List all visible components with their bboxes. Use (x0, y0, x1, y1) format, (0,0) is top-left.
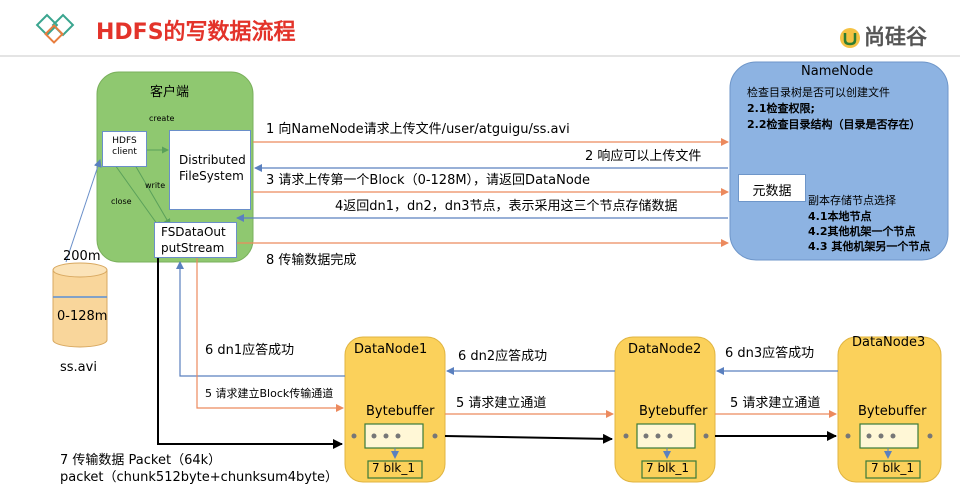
replica-2: 4.2其他机架一个节点 (808, 225, 916, 238)
namenode-check-title: 检查目录树是否可以创建文件 (747, 86, 890, 99)
file-size-label: 200m (63, 249, 101, 264)
brand-name: 尚硅谷 (864, 25, 927, 49)
file-cylinder (52, 262, 108, 348)
datanode1-title: DataNode1 (354, 342, 428, 357)
page-title: HDFS的写数据流程 (96, 20, 296, 45)
datanode2-blk-label: 7 blk_1 (646, 461, 689, 475)
create-label: create (149, 114, 175, 123)
close-label: close (111, 197, 132, 206)
hdfs-client-label: HDFS client (112, 136, 137, 158)
msg3-label: 3 请求上传第一个Block（0-128M），请返回DataNode (266, 173, 591, 188)
msg8-label: 8 传输数据完成 (266, 253, 357, 268)
namenode-title: NameNode (801, 64, 874, 79)
brand-logo-icon (840, 28, 860, 48)
msg5-dn2-label: 5 请求建立通道 (730, 396, 821, 411)
msg5-dn1-label: 5 请求建立通道 (456, 396, 547, 411)
file-name-label: ss.avi (60, 360, 97, 375)
datanode1-buffer-label: Bytebuffer (366, 404, 435, 419)
metadata-label: 元数据 (752, 184, 792, 199)
datanode2-title: DataNode2 (628, 342, 702, 357)
file-to-client-arrow (65, 159, 102, 263)
datanode3-title: DataNode3 (852, 335, 926, 350)
msg6-dn3-label: 6 dn3应答成功 (725, 346, 815, 361)
namenode-check-2: 2.2检查目录结构（目录是否存在） (747, 118, 921, 131)
msg6-dn1-label: 6 dn1应答成功 (205, 343, 295, 358)
msg4-label: 4返回dn1，dn2，dn3节点，表示采用这三个节点存储数据 (335, 199, 678, 214)
write-label: write (145, 181, 166, 190)
msg1-label: 1 向NameNode请求上传文件/user/atguigu/ss.avi (266, 122, 570, 137)
file-block-label: 0-128m (57, 309, 108, 324)
msg2-label: 2 响应可以上传文件 (585, 149, 702, 164)
hdfs-client-box: HDFS client (102, 131, 147, 167)
distributed-filesystem-label: Distributed FileSystem (179, 153, 246, 183)
diamond-logo-icon (35, 13, 75, 44)
replica-1: 4.1本地节点 (808, 210, 872, 223)
msg6-dn2-label: 6 dn2应答成功 (458, 349, 548, 364)
hdfs-write-flow-diagram: HDFS的写数据流程 尚硅谷 客户端 create HDFS client Di… (0, 0, 960, 490)
distributed-filesystem-box: Distributed FileSystem (169, 130, 251, 210)
fsdataoutputstream-label: FSDataOutputStream (161, 225, 226, 255)
msg7-line1: 7 传输数据 Packet（64k） (60, 453, 222, 468)
datanode2-buffer-label: Bytebuffer (639, 404, 708, 419)
dn1-data-arrow (444, 433, 613, 444)
msg7-line2: packet（chunk512byte+chunksum4byte） (60, 470, 339, 485)
namenode-check-1: 2.1检查权限; (747, 102, 815, 115)
msg5-client-label: 5 请求建立Block传输通道 (205, 387, 334, 400)
replica-title: 副本存储节点选择 (808, 194, 896, 207)
fsdataoutputstream-box: FSDataOutputStream (154, 222, 237, 258)
metadata-box: 元数据 (738, 174, 806, 202)
replica-3: 4.3 其他机架另一个节点 (808, 240, 931, 253)
datanode3-buffer-label: Bytebuffer (858, 404, 927, 419)
datanode1-blk-label: 7 blk_1 (372, 461, 415, 475)
datanode3-blk-label: 7 blk_1 (871, 461, 914, 475)
client-label: 客户端 (150, 85, 190, 100)
client-channel-arrow (196, 258, 344, 412)
